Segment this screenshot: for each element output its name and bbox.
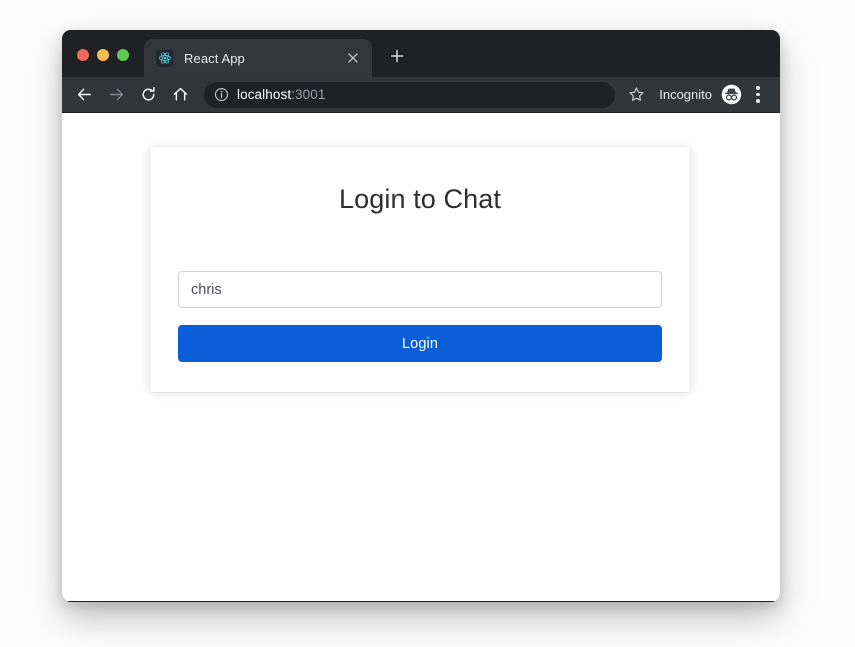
address-bar-url: localhost:3001 xyxy=(237,87,325,102)
home-button[interactable] xyxy=(166,81,194,109)
incognito-avatar-icon[interactable] xyxy=(720,84,742,106)
tab-title: React App xyxy=(184,50,245,66)
reload-button[interactable] xyxy=(134,81,162,109)
page-viewport: Login to Chat Login xyxy=(62,113,780,601)
username-input[interactable] xyxy=(178,271,662,309)
page-title: Login to Chat xyxy=(339,184,501,214)
three-dot-menu-icon[interactable] xyxy=(746,83,770,107)
react-logo-icon xyxy=(156,49,173,67)
bookmark-star-icon[interactable] xyxy=(623,82,649,108)
back-button[interactable] xyxy=(70,81,98,109)
new-tab-button[interactable] xyxy=(384,43,410,69)
window-minimize-button[interactable] xyxy=(97,49,109,61)
menu-dot xyxy=(756,99,760,103)
window-close-button[interactable] xyxy=(77,49,89,61)
tab-react-app[interactable]: React App xyxy=(144,39,372,77)
login-button[interactable]: Login xyxy=(178,325,662,363)
url-host: localhost xyxy=(237,87,292,102)
window-traffic-lights xyxy=(77,49,129,61)
menu-dot xyxy=(756,92,760,97)
forward-button[interactable] xyxy=(102,81,130,109)
login-card: Login to Chat Login xyxy=(150,147,690,392)
browser-toolbar: localhost:3001 Incognito xyxy=(62,77,780,113)
info-circle-icon[interactable] xyxy=(213,87,229,103)
tab-strip: React App xyxy=(62,30,780,77)
window-maximize-button[interactable] xyxy=(117,49,129,61)
url-port: :3001 xyxy=(291,87,326,102)
screen-canvas: React App localhost:3001 Incognito Login… xyxy=(0,0,855,647)
profile-label: Incognito xyxy=(659,87,712,102)
tab-close-icon[interactable] xyxy=(344,49,362,67)
browser-window: React App localhost:3001 Incognito Login… xyxy=(62,30,780,602)
menu-dot xyxy=(756,86,760,90)
address-bar[interactable]: localhost:3001 xyxy=(204,81,616,108)
